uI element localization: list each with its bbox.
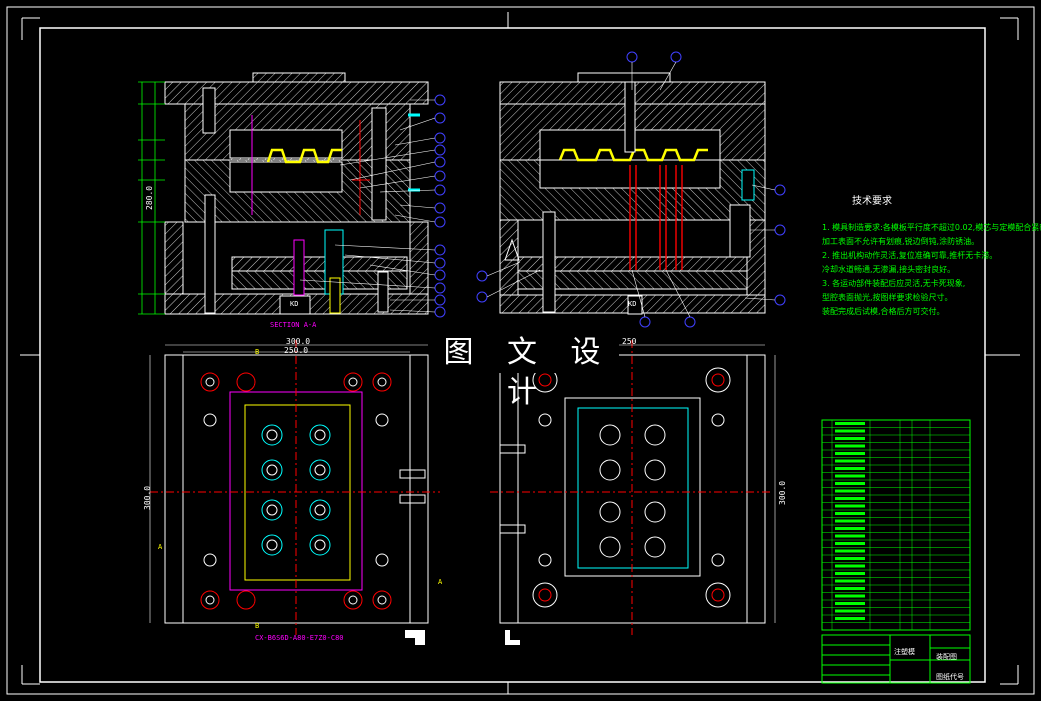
dim-height-total: 300.0 <box>143 485 152 510</box>
bom-row-text <box>835 579 865 583</box>
bom-row-text <box>835 459 865 463</box>
bom-row-text <box>835 512 865 515</box>
view-marker-b: B <box>255 348 260 356</box>
bom-row-text <box>835 557 865 560</box>
bom-row-text <box>835 549 865 553</box>
bom-row-text <box>835 429 865 433</box>
bom-row-text <box>835 444 865 448</box>
bom-row-text <box>835 594 865 598</box>
bom-row-text <box>835 422 865 425</box>
bom-row-text <box>835 489 865 493</box>
bom-row-text <box>835 527 865 530</box>
view-marker-b-bottom: B <box>255 622 260 630</box>
title-part-name: 装配图 <box>936 653 957 661</box>
bom-row-text <box>835 534 865 538</box>
tech-note-line: 1. 模具制造要求:各模板平行度不超过0.02,模芯与定模配合紧密。 <box>822 223 1041 232</box>
bom-row-text <box>835 587 865 590</box>
section-label: SECTION A-A <box>270 321 317 329</box>
tech-note-line: 2. 推出机构动作灵活,复位准确可靠,推杆无卡滞。 <box>822 251 998 260</box>
bom-table <box>821 419 971 631</box>
tech-note-line: 型腔表面抛光,按图样要求检验尺寸。 <box>822 293 953 302</box>
bom-row-text <box>835 482 865 485</box>
tech-note-line: 装配完成后试模,合格后方可交付。 <box>822 307 945 316</box>
watermark: 图 文 设 计 <box>437 333 619 410</box>
section-view-right <box>476 51 786 328</box>
bom-row-text <box>835 437 865 440</box>
bom-row-text <box>835 609 865 613</box>
title-subtitle: 图纸代号 <box>936 673 964 681</box>
tech-note-line: 冷却水道畅通,无渗漏,接头密封良好。 <box>822 265 956 274</box>
dim-inner-width: 250.0 <box>284 346 309 355</box>
bom-row-text <box>835 542 865 545</box>
bom-row-text <box>835 474 865 478</box>
dim-mid: 250 <box>622 337 637 346</box>
bom-row-text <box>835 617 865 620</box>
bom-row-text <box>835 504 865 508</box>
bom-row-text <box>835 452 865 455</box>
dim-top-width: 300.0 <box>286 337 311 346</box>
view-marker-a-right: A <box>438 578 443 586</box>
kd-mark-right: KD <box>628 300 637 308</box>
bom-row-text <box>835 519 865 523</box>
section-view-left <box>138 72 446 318</box>
dim-right-height: 300.0 <box>778 480 787 505</box>
bom-row-text <box>835 572 865 575</box>
bom-row-text <box>835 467 865 470</box>
tech-note-line: 3. 各运动部件装配后应灵活,无卡死现象, <box>822 279 966 288</box>
plan-view-left <box>149 340 440 645</box>
tech-notes-title: 技术要求 <box>852 196 892 207</box>
bom-row-text <box>835 564 865 568</box>
view-marker-a: A <box>158 543 163 551</box>
kd-mark: KD <box>290 300 299 308</box>
title-drawing-name: 注塑模 <box>894 648 915 656</box>
dim-a: 280.0 <box>145 185 154 210</box>
bom-row-text <box>835 497 865 500</box>
bom-row-text <box>835 602 865 605</box>
tech-note-line: 加工表面不允许有划痕,锐边倒钝,涂防锈油。 <box>822 237 980 246</box>
bottom-label: CX-B6S6D-A80-E7Z0-C80 <box>255 634 344 642</box>
